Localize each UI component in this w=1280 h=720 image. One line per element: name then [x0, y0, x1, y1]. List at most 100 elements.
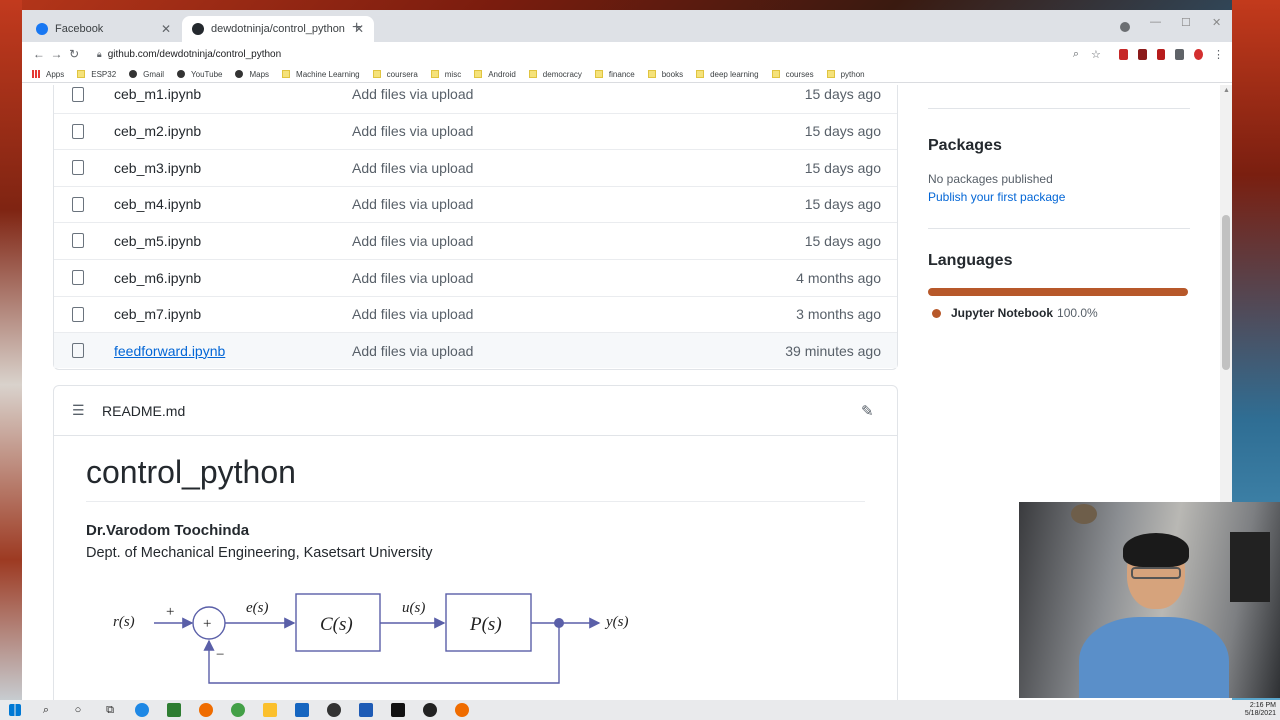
file-name[interactable]: ceb_m3.ipynb [114, 160, 352, 176]
bookmark-label: Maps [249, 69, 270, 79]
folder-icon [826, 70, 835, 78]
windows-start-icon[interactable] [9, 704, 21, 716]
file-icon [72, 343, 84, 359]
pdf-extension-icon[interactable] [1118, 48, 1128, 60]
language-bar[interactable] [928, 288, 1188, 296]
file-name[interactable]: ceb_m4.ipynb [114, 196, 352, 212]
jupyter-icon[interactable] [455, 703, 469, 717]
file-name[interactable]: ceb_m5.ipynb [114, 233, 352, 249]
bookmark-gmail[interactable]: Gmail [129, 70, 164, 79]
edge-icon[interactable] [135, 703, 149, 717]
bookmark-deep-learning[interactable]: deep learning [696, 70, 759, 79]
repo-sidebar: Packages No packages published Publish y… [928, 85, 1190, 320]
bookmark-python[interactable]: python [826, 70, 865, 79]
new-tab-button[interactable]: + [352, 19, 361, 37]
app-icon[interactable] [327, 703, 341, 717]
bookmark-machine-learning[interactable]: Machine Learning [282, 70, 360, 79]
file-row[interactable]: ceb_m4.ipynb Add files via upload 15 day… [54, 185, 897, 222]
publish-package-link[interactable]: Publish your first package [928, 190, 1190, 204]
bookmark-esp32[interactable]: ESP32 [77, 70, 116, 79]
readme-filename: README.md [102, 402, 186, 419]
file-name[interactable]: ceb_m1.ipynb [114, 86, 352, 102]
commit-message[interactable]: Add files via upload [352, 160, 697, 176]
file-row[interactable]: ceb_m3.ipynb Add files via upload 15 day… [54, 149, 897, 185]
task-view-icon[interactable]: ⧉ [103, 703, 117, 717]
browser-menu-icon[interactable]: ⋮ [1213, 48, 1224, 61]
puzzle-extensions-icon[interactable] [1175, 48, 1185, 60]
close-tab-icon[interactable]: ✕ [161, 22, 171, 36]
commit-message[interactable]: Add files via upload [352, 123, 697, 139]
firefox-icon[interactable] [199, 703, 213, 717]
commit-message[interactable]: Add files via upload [352, 233, 697, 249]
bookmark-democracy[interactable]: democracy [528, 70, 582, 79]
file-row[interactable]: ceb_m2.ipynb Add files via upload 15 day… [54, 112, 897, 149]
app-icon[interactable] [167, 703, 181, 717]
minimize-icon[interactable]: — [1150, 16, 1161, 28]
zoom-icon[interactable]: ⌕ [1073, 48, 1079, 61]
scrollbar-thumb[interactable] [1222, 215, 1230, 370]
commit-message[interactable]: Add files via upload [352, 306, 697, 322]
bookmark-misc[interactable]: misc [430, 70, 461, 79]
chrome-icon[interactable] [231, 703, 245, 717]
bookmark-youtube[interactable]: YouTube [177, 70, 222, 79]
file-row[interactable]: ceb_m6.ipynb Add files via upload 4 mont… [54, 259, 897, 295]
file-row[interactable]: ceb_m1.ipynb Add files via upload 15 day… [54, 85, 897, 112]
back-icon[interactable]: ← [30, 47, 48, 61]
language-item[interactable]: Jupyter Notebook 100.0% [928, 306, 1190, 320]
tab-search-icon[interactable] [1120, 22, 1130, 32]
file-name[interactable]: ceb_m7.ipynb [114, 306, 352, 322]
packages-heading: Packages [928, 137, 1002, 154]
bookmark-star-icon[interactable]: ☆ [1091, 48, 1101, 61]
file-row[interactable]: ceb_m7.ipynb Add files via upload 3 mont… [54, 295, 897, 332]
commit-message[interactable]: Add files via upload [352, 270, 697, 286]
app-icon[interactable] [423, 703, 437, 717]
bookmark-android[interactable]: Android [474, 70, 516, 79]
close-window-icon[interactable]: ✕ [1212, 16, 1221, 29]
file-name[interactable]: ceb_m6.ipynb [114, 270, 352, 286]
bookmark-maps[interactable]: Maps [235, 70, 269, 79]
browser-toolbar: ← → ↻ 🔒︎ github.com/dewdotninja/control_… [22, 42, 1232, 66]
forward-icon[interactable]: → [48, 47, 66, 61]
label-u: u(s) [402, 600, 425, 616]
globe-icon [235, 70, 244, 78]
file-icon [72, 123, 84, 139]
word-icon[interactable] [359, 703, 373, 717]
profile-avatar[interactable] [1194, 48, 1203, 60]
mail-icon[interactable] [295, 703, 309, 717]
extension-badge-icon[interactable] [1156, 48, 1166, 60]
reload-icon[interactable]: ↻ [65, 47, 83, 61]
bookmark-books[interactable]: books [647, 70, 683, 79]
bookmark-apps[interactable]: Apps [32, 70, 64, 79]
commit-message[interactable]: Add files via upload [352, 196, 697, 212]
tab-github[interactable]: dewdotninja/control_python ✕ [182, 16, 374, 42]
github-icon [192, 23, 204, 35]
maximize-icon[interactable]: ☐ [1181, 16, 1191, 29]
list-icon[interactable]: ☰ [72, 402, 86, 419]
taskbar-clock[interactable]: 2:16 PM 5/18/2021 [1245, 702, 1276, 718]
file-icon [72, 160, 84, 176]
bookmark-courses[interactable]: courses [771, 70, 814, 79]
commit-message[interactable]: Add files via upload [352, 343, 697, 359]
terminal-icon[interactable] [391, 703, 405, 717]
bookmark-label: finance [608, 69, 635, 79]
file-name[interactable]: ceb_m2.ipynb [114, 123, 352, 139]
bookmark-coursera[interactable]: coursera [372, 70, 418, 79]
presenter-hair [1123, 533, 1189, 567]
language-percent: 100.0% [1057, 306, 1098, 320]
file-row-hovered[interactable]: feedforward.ipynb Add files via upload 3… [54, 332, 897, 369]
commit-message[interactable]: Add files via upload [352, 86, 697, 102]
bookmark-label: Machine Learning [296, 69, 360, 79]
tab-facebook[interactable]: Facebook ✕ [26, 16, 181, 42]
scroll-up-icon[interactable]: ▲ [1223, 87, 1230, 94]
extension-icon[interactable] [1137, 48, 1147, 60]
cortana-icon[interactable]: ○ [71, 703, 85, 717]
file-list: ceb_m1.ipynb Add files via upload 15 day… [53, 85, 898, 370]
pencil-edit-icon[interactable]: ✎ [861, 402, 881, 420]
file-icon [72, 233, 84, 249]
file-row[interactable]: ceb_m5.ipynb Add files via upload 15 day… [54, 222, 897, 258]
bookmark-finance[interactable]: finance [594, 69, 635, 79]
file-explorer-icon[interactable] [263, 703, 277, 717]
file-name[interactable]: feedforward.ipynb [114, 343, 352, 359]
address-bar[interactable]: 🔒︎ github.com/dewdotninja/control_python… [89, 44, 1109, 64]
search-icon[interactable]: ⌕ [39, 703, 53, 717]
